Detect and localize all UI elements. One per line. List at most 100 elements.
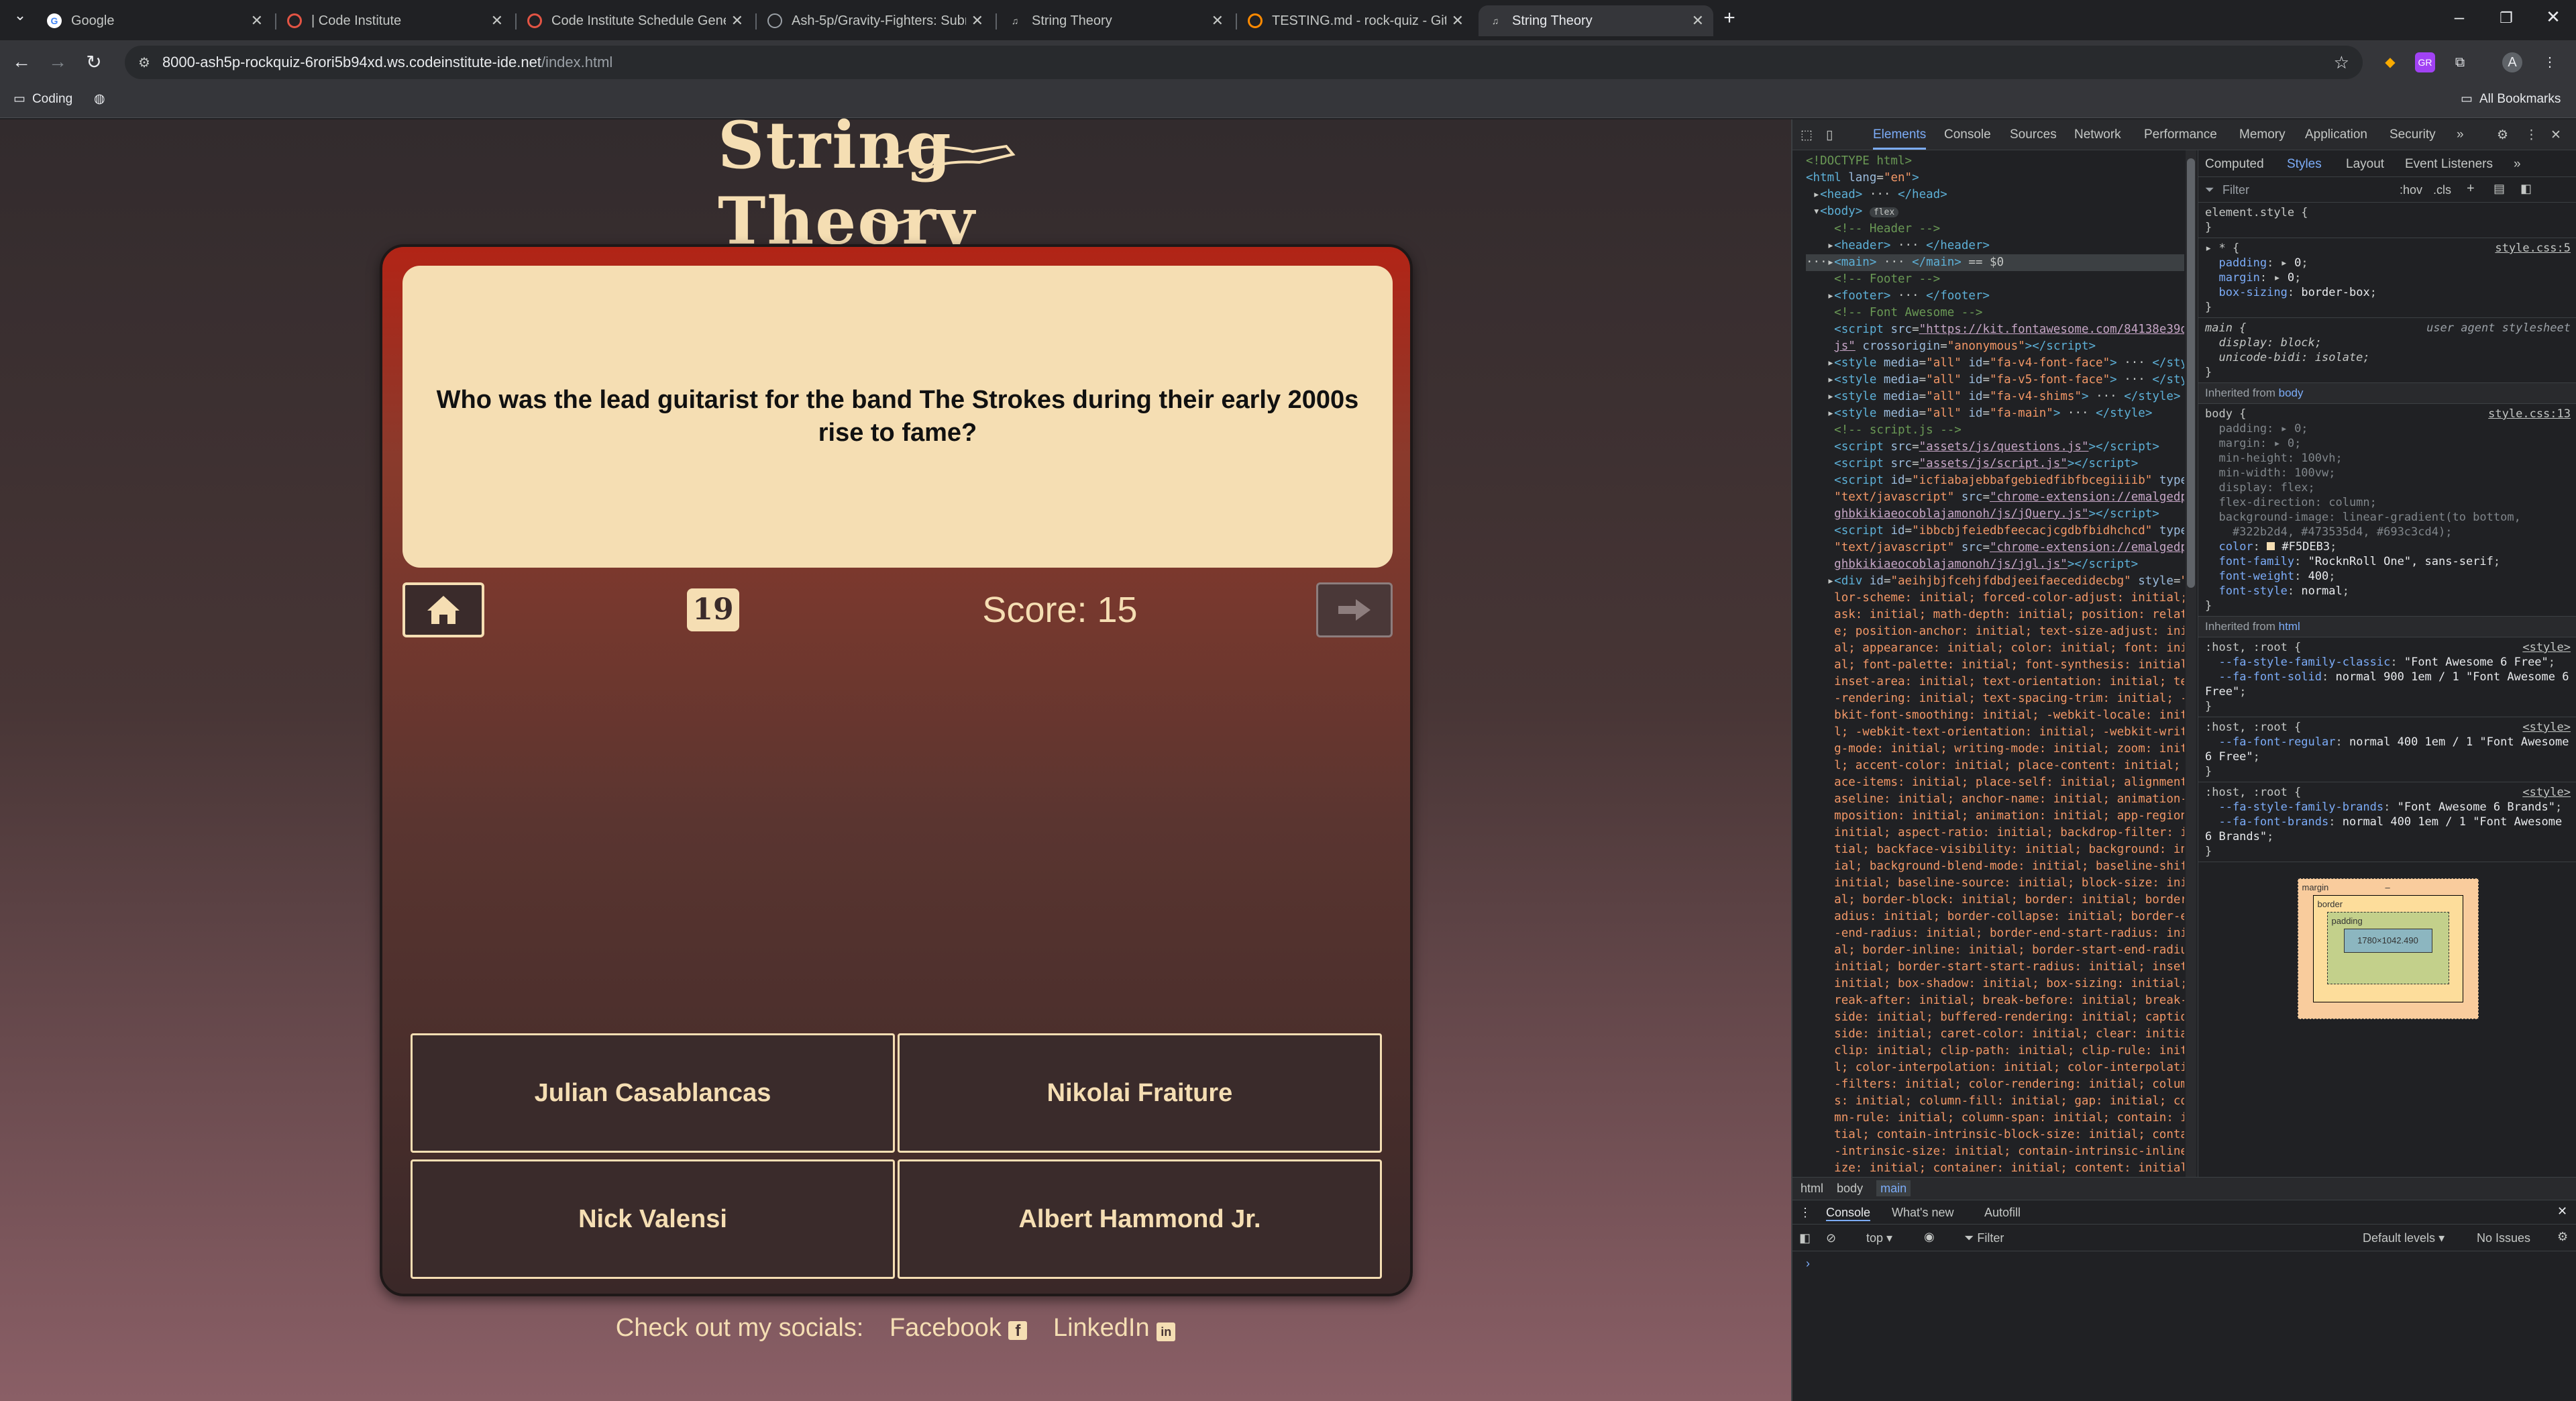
address-bar[interactable]: ⚙ 8000-ash5p-rockquiz-6rori5b94xd.ws.cod… [125, 46, 2363, 79]
browser-menu-icon[interactable]: ⋮ [2540, 52, 2560, 72]
dom-node[interactable]: <!-- Font Awesome --> [1806, 305, 2184, 321]
device-toolbar-icon[interactable]: ▯ [1826, 127, 1833, 143]
tab-security[interactable]: Security [2390, 127, 2436, 142]
close-tab-icon[interactable]: ✕ [971, 12, 983, 30]
close-drawer-icon[interactable]: ✕ [2557, 1204, 2567, 1218]
dom-node[interactable]: ▾<body> flex [1806, 203, 2184, 221]
tab-event-listeners[interactable]: Event Listeners [2405, 157, 2493, 172]
settings-gear-icon[interactable]: ⚙ [2497, 127, 2508, 143]
tab-styles[interactable]: Styles [2287, 157, 2322, 172]
drawer-tab-console[interactable]: Console [1826, 1206, 1871, 1221]
dom-node[interactable]: ▸<head> ··· </head> [1806, 187, 2184, 203]
restore-icon[interactable]: ❐ [2486, 9, 2526, 27]
close-window-icon[interactable]: ✕ [2533, 7, 2573, 28]
next-button[interactable] [1316, 582, 1393, 637]
bookmark-star-icon[interactable]: ☆ [2334, 52, 2349, 73]
box-content-size[interactable]: 1780×1042.490 [2343, 929, 2432, 953]
tab-sources[interactable]: Sources [2010, 127, 2057, 142]
facebook-link[interactable]: Facebook f [890, 1314, 1028, 1342]
class-toggle[interactable]: .cls [2433, 183, 2451, 197]
dom-node[interactable]: side: initial; buffered-rendering: initi… [1806, 1009, 2184, 1026]
dom-node[interactable]: "text/javascript" src="chrome-extension:… [1806, 489, 2184, 506]
tab-network[interactable]: Network [2074, 127, 2121, 142]
dom-node[interactable]: js" crossorigin="anonymous"></script> [1806, 338, 2184, 355]
dom-node[interactable]: bkit-font-smoothing: initial; -webkit-lo… [1806, 707, 2184, 724]
dom-node[interactable]: initial; baseline-source: initial; block… [1806, 875, 2184, 892]
close-tab-icon[interactable]: ✕ [1212, 12, 1224, 30]
more-tabs-icon[interactable]: » [2457, 127, 2464, 142]
tab-performance[interactable]: Performance [2144, 127, 2217, 142]
answer-button[interactable]: Nick Valensi [411, 1159, 895, 1279]
dom-node[interactable]: lor-scheme: initial; forced-color-adjust… [1806, 590, 2184, 607]
elements-scrollbar[interactable] [2186, 150, 2196, 1177]
dom-node[interactable]: ask: initial; math-depth: initial; posit… [1806, 607, 2184, 623]
dom-node[interactable]: ▸<footer> ··· </footer> [1806, 288, 2184, 305]
all-bookmarks[interactable]: ▭ All Bookmarks [2461, 91, 2561, 107]
dom-node[interactable]: ial; background-blend-mode: initial; bas… [1806, 858, 2184, 875]
close-tab-icon[interactable]: ✕ [1452, 12, 1464, 30]
bookmark-folder-coding[interactable]: ▭ Coding [13, 91, 72, 107]
dom-node[interactable]: al; border-block: initial; border: initi… [1806, 892, 2184, 909]
linkedin-link[interactable]: LinkedIn in [1053, 1314, 1176, 1342]
dom-node[interactable]: ▸<style media="all" id="fa-v4-font-face"… [1806, 355, 2184, 372]
dom-node[interactable]: <!-- script.js --> [1806, 422, 2184, 439]
profile-avatar[interactable]: A [2502, 52, 2522, 72]
forward-icon[interactable]: → [46, 51, 70, 72]
dom-node[interactable]: l; -webkit-text-orientation: initial; -w… [1806, 724, 2184, 741]
dom-node[interactable]: <script src="assets/js/questions.js"></s… [1806, 439, 2184, 456]
browser-tab[interactable]: TESTING.md - rock-quiz - Gitpod ✕ [1238, 5, 1473, 36]
minimize-icon[interactable]: – [2439, 7, 2479, 28]
add-rule-icon[interactable]: + [2467, 181, 2475, 196]
dom-node[interactable]: s: initial; column-fill: initial; gap: i… [1806, 1093, 2184, 1110]
dom-node[interactable]: -end-radius: initial; border-end-start-r… [1806, 925, 2184, 942]
tab-elements[interactable]: Elements [1873, 127, 1927, 150]
drawer-tab-whats-new[interactable]: What's new [1892, 1206, 1953, 1220]
inherited-element[interactable]: html [2279, 620, 2300, 633]
new-tab-icon[interactable]: + [1709, 7, 1750, 30]
browser-tab[interactable]: ♫ String Theory ✕ [998, 5, 1233, 36]
dom-node[interactable]: ▸<style media="all" id="fa-main"> ··· </… [1806, 405, 2184, 422]
extension-icon[interactable]: ◆ [2380, 52, 2400, 72]
close-tab-icon[interactable]: ✕ [1692, 12, 1704, 30]
dom-node[interactable]: l; accent-color: initial; place-content:… [1806, 758, 2184, 774]
dom-node[interactable]: <html lang="en"> [1806, 170, 2184, 187]
dom-node[interactable]: ize: initial; container: initial; conten… [1806, 1160, 2184, 1177]
dom-node[interactable]: ▸<style media="all" id="fa-v4-shims"> ··… [1806, 388, 2184, 405]
console-settings-icon[interactable]: ⚙ [2557, 1230, 2568, 1244]
dom-node[interactable]: mn-rule: initial; column-span: initial; … [1806, 1110, 2184, 1127]
home-button[interactable] [402, 582, 484, 637]
tab-memory[interactable]: Memory [2239, 127, 2286, 142]
dom-node[interactable]: -filters: initial; color-rendering: init… [1806, 1076, 2184, 1093]
dom-node[interactable]: <script id="icfiabajebbafgebiedfibfbcegi… [1806, 472, 2184, 489]
dom-node[interactable]: <script src="assets/js/script.js"></scri… [1806, 456, 2184, 472]
browser-tab[interactable]: | Code Institute ✕ [278, 5, 513, 36]
dom-node[interactable]: ▸<header> ··· </header> [1806, 238, 2184, 254]
dom-node[interactable]: l; color-interpolation: initial; color-i… [1806, 1059, 2184, 1076]
dom-node[interactable]: adius: initial; border-collapse: initial… [1806, 909, 2184, 925]
dom-node[interactable]: ▸<div id="aeihjbjfcehjfdbdjeeifaecedidec… [1806, 573, 2184, 590]
answer-button[interactable]: Nikolai Fraiture [898, 1033, 1382, 1153]
dom-node[interactable]: al; font-palette: initial; font-synthesi… [1806, 657, 2184, 674]
dom-node[interactable]: aseline: initial; anchor-name: initial; … [1806, 791, 2184, 808]
breadcrumb-item[interactable]: html [1801, 1182, 1823, 1195]
reload-icon[interactable]: ↻ [82, 51, 106, 73]
close-tab-icon[interactable]: ✕ [491, 12, 503, 30]
dom-node[interactable]: e; position-anchor: initial; text-size-a… [1806, 623, 2184, 640]
dom-node[interactable]: ghbkikiaeocoblajamonoh/js/jgl.js"></scri… [1806, 556, 2184, 573]
scrollbar-thumb[interactable] [2187, 158, 2195, 588]
dom-node[interactable]: <!-- Header --> [1806, 221, 2184, 238]
bookmark-globe[interactable]: ◍ [94, 91, 105, 107]
dom-node[interactable]: g-mode: initial; writing-mode: initial; … [1806, 741, 2184, 758]
dom-node[interactable]: tial; contain-intrinsic-block-size: init… [1806, 1127, 2184, 1143]
answer-button[interactable]: Julian Casablancas [411, 1033, 895, 1153]
browser-tab[interactable]: Ash-5p/Gravity-Fighters: Submission ✕ [758, 5, 993, 36]
close-tab-icon[interactable]: ✕ [251, 12, 263, 30]
context-select[interactable]: top ▾ [1866, 1231, 1892, 1245]
dom-node[interactable]: mposition: initial; animation: initial; … [1806, 808, 2184, 825]
inherited-element[interactable]: body [2279, 386, 2304, 399]
dom-node[interactable]: tial; backface-visibility: initial; back… [1806, 841, 2184, 858]
drawer-menu-icon[interactable]: ⋮ [1799, 1206, 1811, 1220]
log-levels-select[interactable]: Default levels ▾ [2363, 1231, 2445, 1245]
dom-node[interactable]: <!-- Footer --> [1806, 271, 2184, 288]
dom-node[interactable]: -rendering: initial; text-spacing-trim: … [1806, 690, 2184, 707]
